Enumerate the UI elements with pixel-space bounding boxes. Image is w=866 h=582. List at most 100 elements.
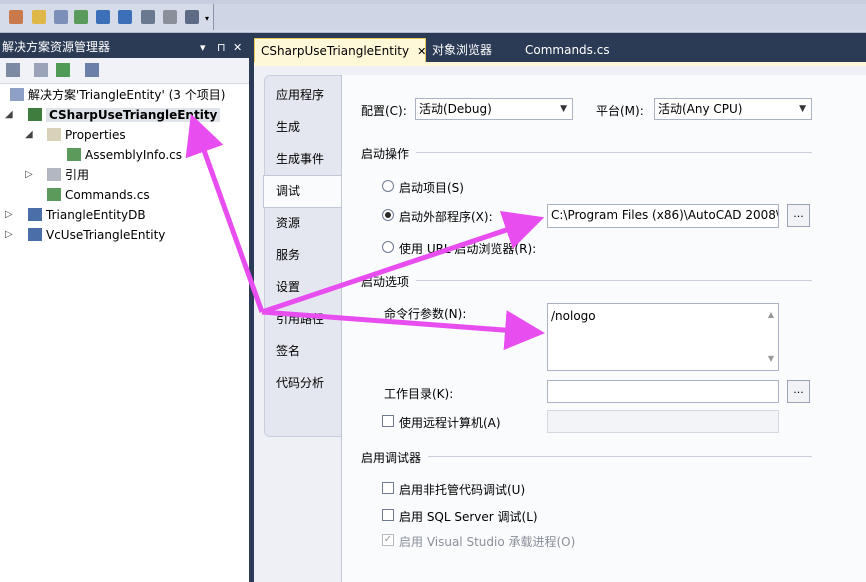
chevron-right-icon[interactable]: ▷ (25, 169, 33, 180)
tab-services[interactable]: 服务 (276, 240, 300, 270)
scroll-up-icon[interactable]: ▲ (768, 306, 774, 324)
tab-build[interactable]: 生成 (276, 112, 300, 142)
navigate-forward-icon[interactable] (118, 10, 132, 24)
platform-label: 平台(M): (596, 104, 644, 118)
window-icon[interactable] (185, 10, 199, 24)
tab-object-browser[interactable]: 对象浏览器 (426, 38, 498, 62)
tab-build-events[interactable]: 生成事件 (276, 144, 324, 174)
solution-icon (10, 88, 24, 101)
solution-tree: 解决方案'TriangleEntity' (3 个项目) ◢ CSharpUse… (0, 84, 249, 582)
radio-start-url-label: 使用 URL 启动浏览器(R): (399, 242, 537, 256)
sql-debug-label: 启用 SQL Server 调试(L) (399, 510, 538, 524)
debuggers-header: 启用调试器 (361, 451, 422, 465)
radio-start-external[interactable] (382, 209, 394, 221)
tab-settings[interactable]: 设置 (276, 272, 300, 302)
solution-explorer-title: 解决方案资源管理器 (2, 40, 111, 54)
workdir-label: 工作目录(K): (384, 387, 454, 401)
class-diagram-icon[interactable] (85, 63, 99, 77)
csharp-file-icon (67, 148, 81, 161)
tab-label: 对象浏览器 (432, 43, 493, 57)
tab-resources[interactable]: 资源 (276, 208, 300, 238)
dropdown-icon[interactable]: ▾ (200, 38, 206, 57)
external-program-input[interactable]: C:\Program Files (x86)\AutoCAD 2008\a (547, 204, 779, 228)
radio-start-url[interactable] (382, 241, 394, 253)
tree-item-references[interactable]: 引用 (47, 165, 89, 185)
chevron-right-icon[interactable]: ▷ (5, 229, 13, 240)
radio-start-external-label: 启动外部程序(X): (399, 210, 493, 224)
tree-item-properties[interactable]: Properties (47, 125, 126, 145)
spell-check-icon[interactable] (163, 10, 177, 24)
chevron-down-icon[interactable]: ◢ (25, 129, 33, 140)
platform-select[interactable]: 活动(Any CPU) ▼ (654, 98, 812, 120)
solution-explorer-title-bar: 解决方案资源管理器 ▾ ⊓ ✕ (0, 38, 249, 57)
references-icon (47, 168, 61, 181)
workdir-browse-button[interactable]: ... (787, 380, 810, 403)
tree-item-triangleentitydb[interactable]: TriangleEntityDB (28, 205, 146, 225)
cmdline-value: /nologo (551, 309, 596, 323)
unmanaged-debug-checkbox[interactable] (382, 482, 394, 494)
tree-item-assemblyinfo[interactable]: AssemblyInfo.cs (67, 145, 182, 165)
external-program-browse-button[interactable]: ... (787, 204, 810, 227)
task-list-icon[interactable] (141, 10, 155, 24)
csharp-file-icon (47, 188, 61, 201)
tab-label: CSharpUseTriangleEntity (261, 44, 410, 58)
close-icon[interactable]: ✕ (233, 38, 242, 57)
chevron-down-icon: ▼ (799, 104, 806, 114)
cpp-project-icon (28, 208, 42, 221)
tree-item-label: Properties (65, 128, 126, 142)
section-divider (416, 280, 812, 281)
refresh-icon[interactable] (56, 63, 70, 77)
tab-reference-paths[interactable]: 引用路径 (276, 304, 324, 334)
scroll-down-icon[interactable]: ▼ (768, 350, 774, 368)
start-options-header: 启动选项 (361, 275, 410, 289)
navigate-back-icon[interactable] (96, 10, 110, 24)
config-label: 配置(C): (361, 104, 407, 118)
tree-item-label: TriangleEntityDB (46, 208, 146, 222)
properties-icon[interactable] (32, 10, 46, 24)
unmanaged-debug-label: 启用非托管代码调试(U) (399, 483, 526, 497)
tree-item-solution[interactable]: 解决方案'TriangleEntity' (3 个项目) (10, 85, 225, 105)
tab-signing[interactable]: 签名 (276, 336, 300, 366)
chevron-down-icon[interactable]: ◢ (5, 109, 13, 120)
tab-debug[interactable]: 调试 (276, 176, 300, 206)
tab-csharpusetriangleentity[interactable]: CSharpUseTriangleEntity ✕ (254, 38, 426, 62)
cmdline-label: 命令行参数(N): (384, 307, 467, 321)
remote-machine-input (547, 410, 779, 433)
zoom-icon[interactable] (74, 10, 88, 24)
platform-select-value: 活动(Any CPU) (658, 102, 743, 116)
sql-debug-checkbox[interactable] (382, 509, 394, 521)
vshost-checkbox: ✓ (382, 534, 394, 546)
tree-item-csharp-project[interactable]: CSharpUseTriangleEntity (28, 105, 221, 125)
close-icon[interactable]: ✕ (417, 45, 426, 58)
properties-icon[interactable] (34, 63, 48, 77)
start-action-header: 启动操作 (361, 147, 410, 161)
radio-start-project[interactable] (382, 180, 394, 192)
solution-icon[interactable] (9, 10, 23, 24)
tree-item-label: CSharpUseTriangleEntity (46, 108, 221, 122)
csharp-project-icon (28, 108, 42, 121)
toolbar-overflow-icon[interactable]: ▾ (205, 14, 209, 23)
show-all-files-icon[interactable] (6, 63, 20, 77)
tree-item-commands[interactable]: Commands.cs (47, 185, 150, 205)
find-icon[interactable] (54, 10, 68, 24)
pin-icon[interactable]: ⊓ (217, 38, 226, 57)
toolbar-empty-area (214, 4, 866, 30)
cpp-project-icon (28, 228, 42, 241)
tree-item-label: 引用 (65, 168, 90, 182)
config-select[interactable]: 活动(Debug) ▼ (415, 98, 573, 120)
top-toolbar: ▾ (0, 0, 866, 33)
tree-item-label: 解决方案'TriangleEntity' (3 个项目) (28, 88, 226, 102)
remote-machine-checkbox[interactable] (382, 415, 394, 427)
chevron-right-icon[interactable]: ▷ (5, 209, 13, 220)
tab-code-analysis[interactable]: 代码分析 (276, 368, 324, 398)
document-tab-strip: CSharpUseTriangleEntity ✕ 对象浏览器 Commands.… (254, 38, 866, 62)
section-divider (416, 152, 812, 153)
workdir-input[interactable] (547, 380, 779, 403)
solution-explorer-toolbar (0, 58, 249, 84)
remote-machine-label: 使用远程计算机(A) (399, 416, 501, 430)
tab-application[interactable]: 应用程序 (276, 80, 324, 110)
cmdline-textarea[interactable]: /nologo ▲ ▼ (547, 303, 779, 371)
tree-item-vcusetriangleentity[interactable]: VcUseTriangleEntity (28, 225, 165, 245)
section-divider (428, 456, 812, 457)
tab-commands-cs[interactable]: Commands.cs (519, 38, 616, 62)
